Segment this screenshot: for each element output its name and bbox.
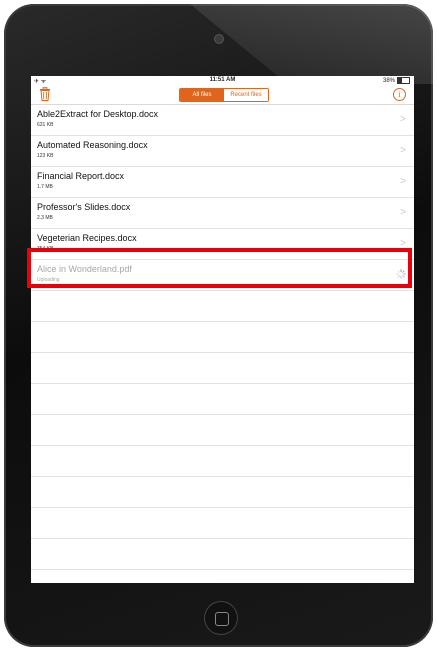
highlight-box — [27, 248, 412, 288]
file-name: Able2Extract for Desktop.docx — [37, 109, 159, 119]
file-name: Automated Reasoning.docx — [37, 140, 148, 150]
file-row[interactable]: Automated Reasoning.docx 123 KB > — [31, 136, 414, 167]
camera-icon — [215, 35, 223, 43]
file-filter-segmented-control: All files Recent files — [179, 88, 269, 102]
empty-row — [31, 539, 414, 570]
home-button[interactable] — [204, 601, 238, 635]
empty-row — [31, 508, 414, 539]
chevron-right-icon: > — [400, 114, 406, 125]
file-list: Able2Extract for Desktop.docx 631 KB > A… — [31, 105, 414, 570]
file-row[interactable]: Professor's Slides.docx 2.3 MB > — [31, 198, 414, 229]
tab-all-files[interactable]: All files — [180, 89, 224, 101]
nav-bar: All files Recent files i — [31, 86, 414, 105]
tab-recent-files[interactable]: Recent files — [224, 89, 268, 101]
file-row[interactable]: Able2Extract for Desktop.docx 631 KB > — [31, 105, 414, 136]
file-size: 123 KB — [37, 153, 54, 159]
battery-icon — [397, 77, 410, 84]
file-size: 631 KB — [37, 122, 54, 128]
battery-percent: 38% — [382, 77, 395, 84]
status-bar: ✈ ᯤ 11:51 AM 38% — [31, 76, 414, 86]
trash-icon[interactable] — [39, 87, 51, 101]
info-icon[interactable]: i — [393, 88, 406, 101]
empty-row — [31, 291, 414, 322]
battery-fill — [398, 78, 403, 83]
file-name: Professor's Slides.docx — [37, 202, 131, 212]
file-name: Financial Report.docx — [37, 171, 125, 181]
empty-row — [31, 384, 414, 415]
chevron-right-icon: > — [400, 207, 406, 218]
empty-row — [31, 353, 414, 384]
chevron-right-icon: > — [400, 145, 406, 156]
empty-row — [31, 322, 414, 353]
chevron-right-icon: > — [400, 176, 406, 187]
file-row[interactable]: Financial Report.docx 1.7 MB > — [31, 167, 414, 198]
app-screen: ✈ ᯤ 11:51 AM 38% All files Recent files … — [31, 76, 414, 583]
file-name: Vegeterian Recipes.docx — [37, 233, 137, 243]
file-size: 2.3 MB — [37, 215, 53, 221]
battery-status: 38% — [383, 77, 410, 84]
status-time: 11:51 AM — [209, 77, 236, 83]
file-size: 1.7 MB — [37, 184, 53, 190]
empty-row — [31, 415, 414, 446]
empty-row — [31, 446, 414, 477]
home-square-icon — [215, 612, 229, 626]
empty-row — [31, 477, 414, 508]
